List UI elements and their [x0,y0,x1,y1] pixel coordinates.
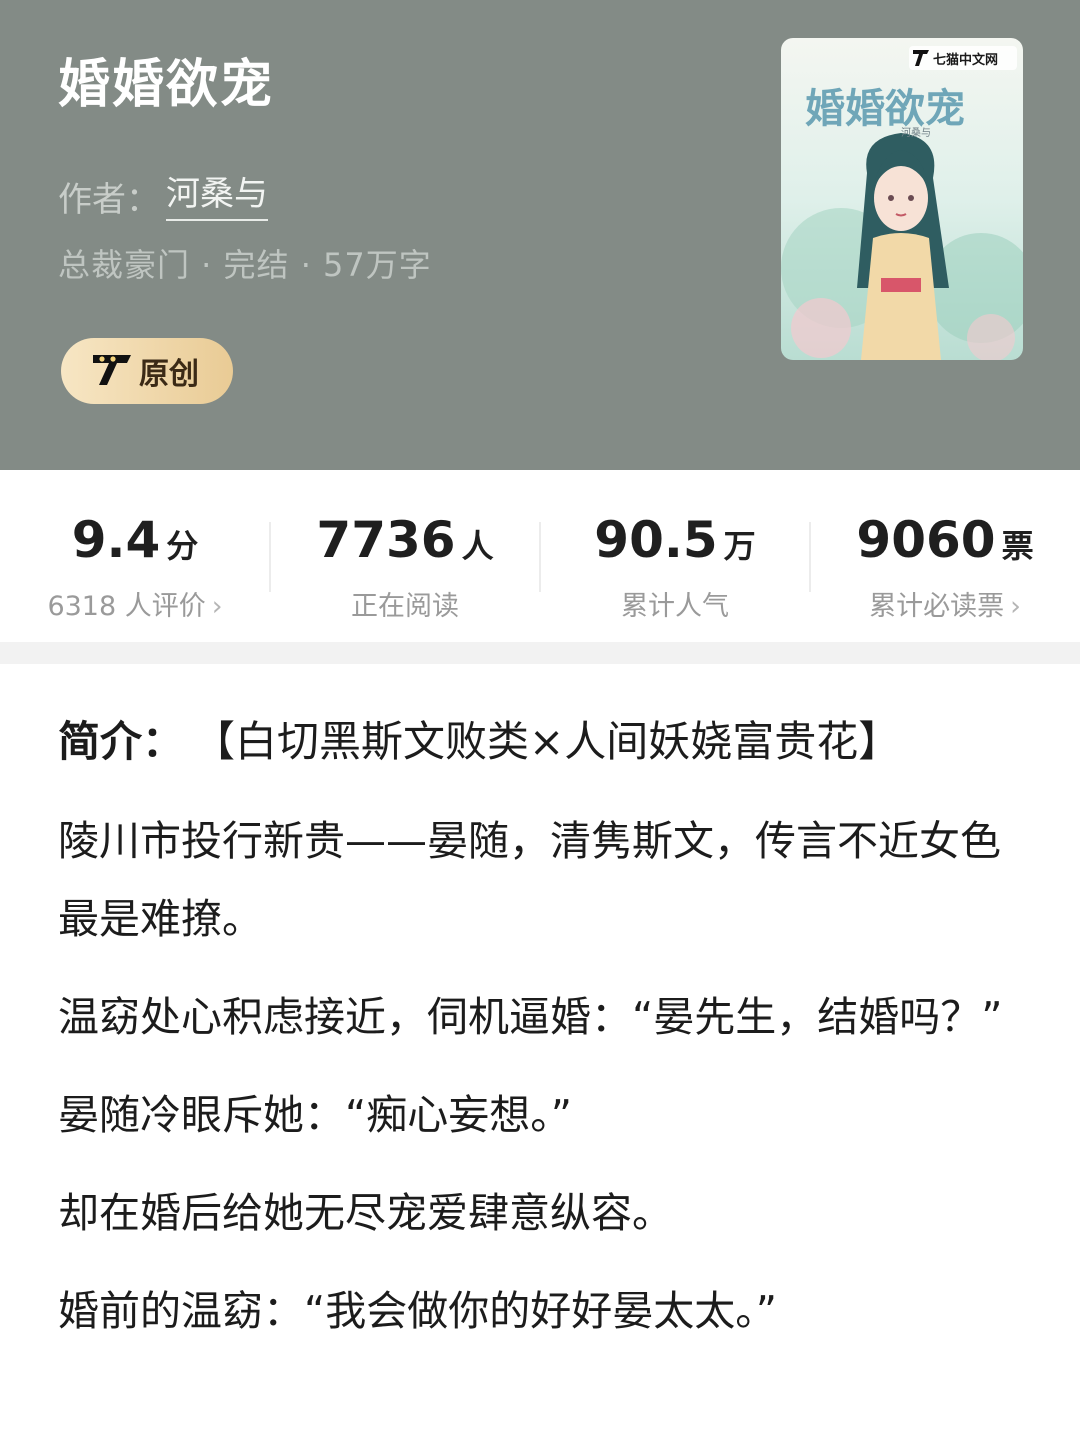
section-separator [0,642,1080,664]
stat-popularity: 90.5 万 累计人气 [540,510,810,623]
badge-label: 原创 [139,357,199,392]
intro-label: 简介： [58,717,185,766]
book-title: 婚婚欲宠 [58,55,275,115]
chevron-right-icon: › [1010,591,1021,622]
book-intro: 简介： 【白切黑斯文败类×人间妖娆富贵花】 陵川市投行新贵——晏随，清隽斯文，传言… [58,702,1038,1350]
rating-value: 9.4 [71,511,161,569]
stats-bar: 9.4 分 6318 人评价 › 7736 人 正在阅读 90.5 万 累计人气 906… [0,470,1080,642]
readers-label: 正在阅读 [351,591,459,622]
rating-label: 6318 人评价 [47,591,206,622]
rating-unit: 分 [166,527,199,565]
intro-tagline: 【白切黑斯文败类×人间妖娆富贵花】 [214,717,901,766]
author-link[interactable]: 河桑与 [166,166,268,221]
intro-paragraph: 晏随冷眼斥她：“痴心妄想。” [58,1091,572,1139]
readers-unit: 人 [461,527,494,565]
author-label: 作者： [58,180,160,220]
popularity-label: 累计人气 [621,591,729,622]
book-cover[interactable]: 婚婚欲宠 河桑与 七猫中文网 [781,38,1023,360]
popularity-value: 90.5 [594,511,718,569]
stat-votes[interactable]: 9060 票 累计必读票 › [810,510,1080,623]
stat-rating[interactable]: 9.4 分 6318 人评价 › [0,510,270,623]
seven-cat-logo-icon [89,349,135,393]
readers-value: 7736 [316,511,456,569]
intro-header: 简介： 【白切黑斯文败类×人间妖娆富贵花】 [58,702,1038,782]
votes-label: 累计必读票 [869,591,1005,622]
cover-brand: 七猫中文网 [933,52,998,68]
intro-paragraph: 陵川市投行新贵——晏随，清隽斯文，传言不近女色最是难撩。 [58,817,1001,943]
cover-title: 婚婚欲宠 [805,85,965,132]
intro-paragraph: 婚前的温窈：“我会做你的好好晏太太。” [58,1287,777,1335]
original-badge: 原创 [61,338,233,404]
intro-paragraph: 温窈处心积虑接近，伺机逼婚：“晏先生，结婚吗？” [58,993,1003,1041]
book-meta: 总裁豪门 · 完结 · 57万字 [58,246,432,284]
votes-unit: 票 [1001,527,1034,565]
book-header: 婚婚欲宠 作者： 河桑与 总裁豪门 · 完结 · 57万字 原创 婚婚欲宠 河桑… [0,0,1080,470]
votes-value: 9060 [856,511,996,569]
author-row: 作者： 河桑与 [58,166,268,221]
popularity-unit: 万 [723,527,756,565]
intro-paragraph: 却在婚后给她无尽宠爱肆意纵容。 [58,1189,673,1237]
cover-author: 河桑与 [901,127,931,139]
stat-readers: 7736 人 正在阅读 [270,510,540,623]
chevron-right-icon: › [211,591,223,622]
